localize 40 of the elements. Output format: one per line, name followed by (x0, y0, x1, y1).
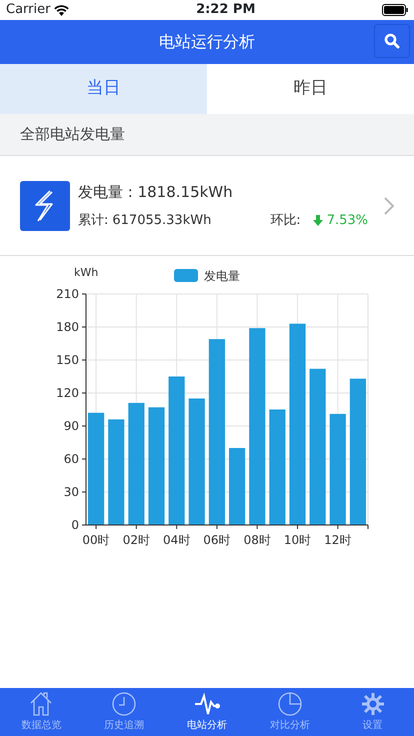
tab-bar-item[interactable]: 历史追溯 (82, 688, 166, 736)
y-tick-label: 180 (56, 320, 79, 334)
legend-swatch (174, 269, 198, 282)
pie-chart-icon (276, 690, 304, 718)
x-tick-label: 06时 (203, 533, 231, 547)
x-tick-label: 00时 (82, 533, 110, 547)
carrier-name: Carrier (6, 1, 50, 20)
y-tick-label: 30 (64, 485, 79, 499)
search-button[interactable] (374, 24, 410, 58)
ratio-label: 环比: (270, 212, 301, 230)
legend-label: 发电量 (204, 269, 240, 283)
y-tick-label: 60 (64, 452, 79, 466)
tab-bar-item[interactable]: 电站分析 (166, 688, 248, 736)
y-tick-label: 150 (56, 353, 79, 367)
x-tick-label: 12时 (324, 533, 352, 547)
y-tick-label: 0 (71, 518, 79, 532)
section-title: 全部电站发电量 (20, 124, 125, 146)
x-tick-label: 02时 (122, 533, 150, 547)
clock-icon (110, 690, 138, 718)
search-icon (384, 33, 400, 49)
tab-bar-item[interactable]: 数据总览 (0, 688, 83, 736)
generation-text: 发电量 : 1818.15kWh (78, 182, 234, 202)
axis-unit: kWh (74, 266, 98, 279)
y-tick-label: 210 (56, 287, 79, 301)
status-time: 2:22 PM (196, 1, 256, 20)
nav-title: 电站运行分析 (159, 31, 255, 53)
tab-bar-item[interactable]: 设置 (331, 688, 414, 736)
tab[interactable]: 当日 (0, 64, 207, 114)
x-tick-label: 04时 (163, 533, 190, 547)
wifi-icon (54, 4, 70, 16)
y-tick-label: 90 (64, 419, 79, 433)
y-tick-label: 120 (56, 386, 79, 400)
bolt-icon (20, 180, 70, 230)
ratio-value: 7.53% (326, 212, 368, 230)
tab-bar-item[interactable]: 对比分析 (248, 688, 332, 736)
x-tick-label: 08时 (244, 533, 271, 547)
total-label: 累计: (78, 212, 108, 230)
x-tick-label: 10时 (284, 533, 312, 547)
total-value: 617055.33kWh (112, 212, 212, 230)
battery-icon (382, 4, 408, 16)
